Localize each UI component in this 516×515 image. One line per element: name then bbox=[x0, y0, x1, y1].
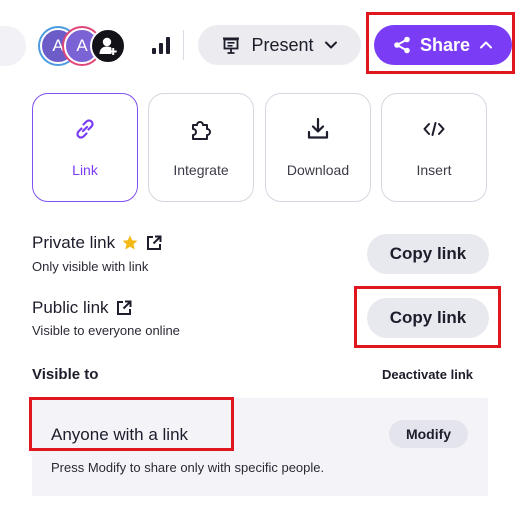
divider bbox=[183, 30, 184, 60]
public-link-subtitle: Visible to everyone online bbox=[32, 323, 180, 338]
previous-control bbox=[0, 26, 26, 66]
private-link-row: Private link bbox=[32, 233, 163, 253]
puzzle-icon bbox=[192, 121, 211, 140]
add-user-icon bbox=[99, 37, 117, 55]
share-icon bbox=[394, 36, 410, 54]
share-button[interactable]: Share bbox=[374, 25, 512, 65]
card-download[interactable]: Download bbox=[265, 93, 371, 202]
external-link-icon[interactable] bbox=[145, 234, 163, 252]
presentation-icon bbox=[223, 37, 240, 54]
private-link-title: Private link bbox=[32, 233, 116, 252]
card-label: Download bbox=[286, 162, 350, 178]
card-label: Insert bbox=[416, 162, 452, 178]
modify-hint: Press Modify to share only with specific… bbox=[51, 460, 325, 475]
card-link[interactable]: Link bbox=[32, 93, 138, 202]
link-icon bbox=[76, 119, 94, 139]
private-link-subtitle: Only visible with link bbox=[32, 259, 149, 274]
card-label: Integrate bbox=[173, 162, 229, 178]
copy-public-link-button[interactable]: Copy link bbox=[367, 298, 489, 338]
public-link-row: Public link bbox=[32, 298, 133, 318]
download-icon bbox=[307, 117, 329, 139]
external-link-icon[interactable] bbox=[115, 299, 133, 317]
audience-label: Anyone with a link bbox=[51, 425, 189, 444]
star-icon bbox=[122, 235, 138, 250]
chevron-up-icon bbox=[480, 41, 493, 49]
card-insert[interactable]: Insert bbox=[381, 93, 487, 202]
present-button[interactable]: Present bbox=[198, 25, 361, 65]
visible-to-heading: Visible to bbox=[32, 366, 99, 383]
share-label: Share bbox=[419, 34, 471, 55]
chevron-down-icon bbox=[324, 41, 337, 49]
code-icon bbox=[423, 122, 445, 136]
deactivate-link-button[interactable]: Deactivate link bbox=[382, 367, 473, 382]
connection-signal-icon bbox=[152, 36, 172, 54]
collaborator-avatars[interactable]: A A bbox=[40, 28, 130, 64]
present-label: Present bbox=[251, 34, 314, 55]
card-label: Link bbox=[72, 162, 98, 178]
card-integrate[interactable]: Integrate bbox=[148, 93, 254, 202]
modify-button[interactable]: Modify bbox=[389, 420, 468, 448]
add-collaborator-button[interactable] bbox=[90, 28, 126, 64]
public-link-title: Public link bbox=[32, 298, 109, 317]
copy-private-link-button[interactable]: Copy link bbox=[367, 234, 489, 274]
